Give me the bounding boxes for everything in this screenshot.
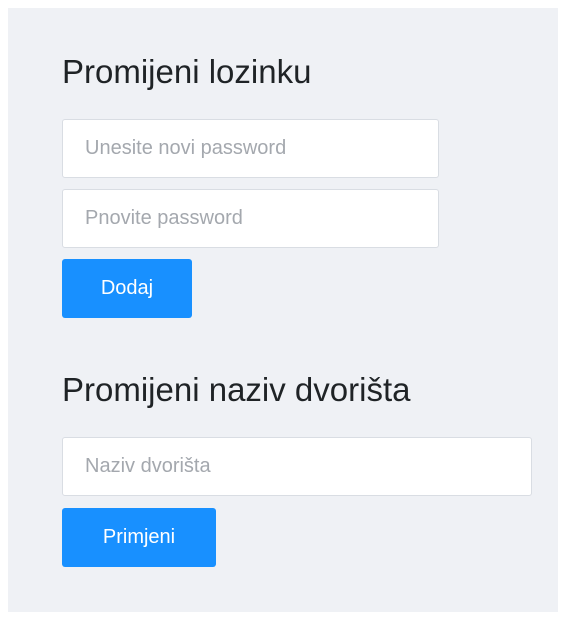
change-password-heading: Promijeni lozinku <box>62 53 312 90</box>
yard-name-input[interactable] <box>62 437 532 496</box>
new-password-input[interactable] <box>62 119 439 178</box>
change-yard-name-heading: Promijeni naziv dvorišta <box>62 371 411 408</box>
apply-yard-name-button[interactable]: Primjeni <box>62 508 216 567</box>
repeat-password-input[interactable] <box>62 189 439 248</box>
add-password-button[interactable]: Dodaj <box>62 259 192 318</box>
